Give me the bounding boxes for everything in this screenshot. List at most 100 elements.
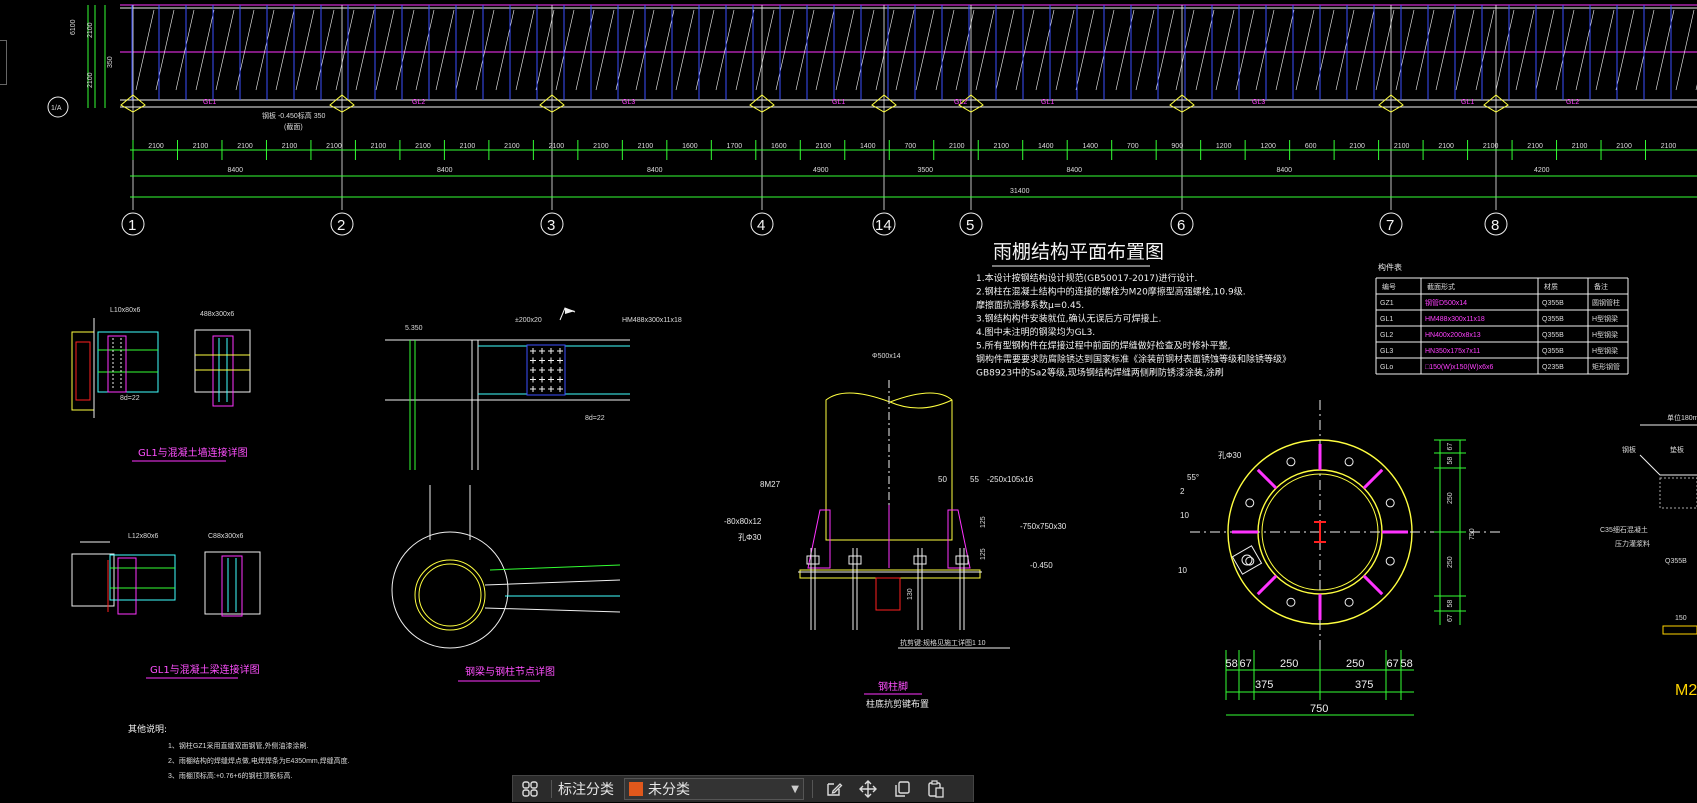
hatch-line [895,9,915,91]
svg-text:L10x80x6: L10x80x6 [110,307,140,314]
flange-dim-v: 58 [1447,600,1454,608]
paste-annotation-button[interactable] [919,776,953,803]
axis-bubble-label: 3 [547,217,555,234]
group-dim: 4200 [1534,167,1550,174]
hatch-line [295,9,315,91]
span-dim: 1400 [860,143,876,150]
grid-bubble-1a-label: 1/A [51,105,62,112]
total-dim: 31400 [1010,188,1030,195]
span-dim: 2100 [1572,143,1588,150]
hatch-line [675,9,695,91]
hatch-line [355,9,375,91]
hatch-line [975,9,995,91]
hatch-line [815,9,835,91]
table-header: 编号 [1382,282,1396,291]
span-dim: 2100 [1438,143,1454,150]
axis-bubbles: 1 2 3 4 14 5 6 7 8 [121,212,1508,236]
plate-80x80: -80x80x12 [724,517,762,526]
hatch-line [1095,9,1115,91]
hatch-line [135,9,155,91]
span-dim: 2100 [504,143,520,150]
beam-label: GL1 [203,99,216,106]
general-note-line: 3、雨棚顶标高:+0.76+6的钢柱顶板标高. [168,771,293,780]
general-notes-title: 其他说明: [128,723,167,735]
layers-button[interactable] [513,776,547,803]
anchor-hole [1286,457,1296,467]
detail-gl1-beam-title: GL1与混凝土梁连接详图 [150,663,260,676]
n10a-label: 10 [1180,511,1189,520]
axis-bubble-label: 5 [966,217,974,234]
axis-bubble-label: 14 [875,217,892,234]
grid-layers-icon [522,781,538,797]
table-cell: Q355B [1542,348,1564,355]
structural-plan: GL1 GL2 GL3 GL1 GL2 GL1 GL3 GL1 GL2 6100 2100 21… [47,4,1697,236]
edge-text-4: 压力灌浆料 [1615,539,1650,548]
general-note-line: 1、钢柱GZ1采用直缝双面钢管,外侧油漆涂刷. [168,741,308,750]
toolbar-divider [551,780,552,798]
group-dim: 8400 [437,167,453,174]
member-table-caption: 构件表 [1378,262,1402,272]
axis-bubble-label: 7 [1386,217,1394,234]
cad-drawing-canvas[interactable]: GL1 GL2 GL3 GL1 GL2 GL1 GL3 GL1 GL2 6100 2100 21… [0,0,1697,802]
hm-label: HM488x300x11x18 [622,317,682,324]
hatch-line [1635,9,1655,91]
hatch-line [435,9,455,91]
span-dim: 1200 [1216,143,1232,150]
table-cell: H型钢梁 [1592,314,1618,323]
dim-125b: 125 [980,548,987,560]
hatch-line [1435,9,1455,91]
beam-label: GL3 [1252,99,1265,106]
left-dim-6100: 6100 [70,19,77,35]
left-dim-2100b: 2100 [87,72,94,88]
n2-label: 2 [1180,487,1185,496]
span-dim: 1400 [1082,143,1098,150]
detail-base-plate-plan: 55° 2 10 10 孔Φ30 6758250250586775058 67 25… [1178,400,1500,716]
hatch-line [1455,9,1475,91]
copy-annotation-button[interactable] [885,776,919,803]
group-dim: 8400 [228,167,244,174]
hatch-line [395,9,415,91]
table-cell: HN350x175x7x11 [1425,348,1480,355]
edge-text-0: 单位180m [1667,413,1697,422]
hatch-line [495,9,515,91]
span-dim: 2100 [282,143,298,150]
anchor-hole [1385,556,1395,566]
hatch-line [1255,9,1275,91]
span-dimensions: 2100 2100 2100 2100 2100 2100 2100 2100 2100 2100… [130,140,1697,198]
flange-dim-v: 250 [1447,556,1454,568]
anchor-bolts [806,548,969,630]
copy-icon [895,781,910,797]
table-cell: Q235B [1542,364,1564,371]
span-dim: 2100 [415,143,431,150]
span-dim: 2100 [237,143,253,150]
design-note-line: GB8923中的Sa2等级,现场钢结构焊缝两侧刷防锈漆涂装,涂刷 [976,367,1224,379]
span-dim: 1400 [1038,143,1054,150]
left-panel-handle[interactable] [0,40,7,85]
category-dropdown[interactable]: 未分类 ▼ [624,778,804,800]
hatch-line [1135,9,1155,91]
hatch-line [415,9,435,91]
annotation-toolbar: 标注分类 未分类 ▼ [512,775,974,802]
edit-annotation-button[interactable] [817,776,851,803]
table-cell: GL1 [1380,316,1393,323]
span-dim: 2100 [638,143,654,150]
span-dim: 2100 [816,143,832,150]
axis-bubble-label: 6 [1177,217,1185,234]
axis-bubble-label: 2 [337,217,345,234]
table-cell: 矩形钢管 [1592,362,1620,371]
hatch-line [515,9,535,91]
anchor-hole [1286,597,1296,607]
hatch-line [1215,9,1235,91]
anchor-hole [1385,498,1395,508]
flange-total-v: 750 [1469,528,1476,540]
beam-label: GL1 [1041,99,1054,106]
hatch-line [835,9,855,91]
move-annotation-button[interactable] [851,776,885,803]
span-dim: 2100 [949,143,965,150]
hole-30: 孔Φ30 [738,533,762,542]
design-note-line: 3.钢结构构件安装就位,确认无误后方可焊接上. [976,313,1161,325]
hatch-line [1195,9,1215,91]
left-dim-350: 350 [107,56,114,68]
dim-a-label: ±200x20 [515,317,542,324]
table-header: 备注 [1594,282,1608,291]
